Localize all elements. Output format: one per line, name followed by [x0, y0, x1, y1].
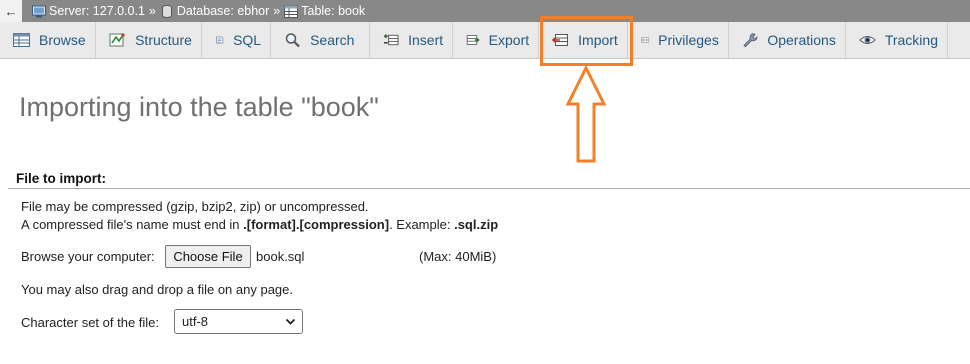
sql-icon: [216, 36, 224, 44]
tab-privileges-label: Privileges: [658, 32, 719, 48]
import-icon: [552, 34, 569, 46]
browse-computer-label: Browse your computer:: [21, 249, 155, 264]
structure-icon: [109, 33, 125, 47]
table-icon: [284, 4, 299, 18]
back-arrow-icon[interactable]: ←: [0, 0, 22, 22]
tab-import[interactable]: Import: [539, 22, 628, 58]
filename-note-mid: . Example:: [389, 217, 455, 232]
charset-select[interactable]: utf-8: [174, 309, 303, 334]
tab-sql-label: SQL: [233, 32, 262, 48]
tab-structure[interactable]: Structure: [96, 22, 203, 58]
breadcrumb-database[interactable]: Database: ebhor: [160, 4, 269, 18]
tab-structure-label: Structure: [135, 32, 192, 48]
breadcrumb-separator: »: [148, 4, 156, 18]
charset-select-value: utf-8: [182, 314, 209, 329]
tab-privileges[interactable]: Privileges: [627, 22, 729, 58]
max-upload-size: (Max: 40MiB): [419, 249, 497, 264]
tab-bar: Browse Structure SQL Search Insert Expor…: [0, 22, 970, 59]
breadcrumb-database-label: Database: ebhor: [176, 4, 270, 18]
breadcrumb-table[interactable]: Table: book: [284, 4, 365, 18]
filename-note: A compressed file's name must end in .[f…: [21, 217, 498, 232]
tab-insert-label: Insert: [408, 32, 444, 48]
tab-search-label: Search: [310, 32, 355, 48]
export-icon: [466, 35, 480, 45]
tab-tracking-label: Tracking: [884, 32, 938, 48]
file-to-import-legend: File to import:: [16, 171, 106, 186]
choose-file-button[interactable]: Choose File: [165, 245, 251, 268]
tab-operations[interactable]: Operations: [728, 22, 846, 58]
tab-bar-filler: [948, 22, 970, 58]
charset-label: Character set of the file:: [21, 315, 160, 330]
browse-icon: [13, 33, 30, 47]
tab-operations-label: Operations: [767, 32, 836, 48]
drag-drop-note: You may also drag and drop a file on any…: [21, 282, 293, 297]
breadcrumb-separator: »: [273, 4, 281, 18]
breadcrumb: ← Server: 127.0.0.1 » Database: ebhor » …: [0, 0, 970, 22]
tab-import-label: Import: [578, 32, 618, 48]
breadcrumb-table-label: Table: book: [301, 4, 366, 18]
breadcrumb-server-label: Server: 127.0.0.1: [49, 4, 145, 18]
tab-search[interactable]: Search: [271, 22, 371, 58]
tab-export-label: Export: [488, 32, 530, 48]
search-icon: [285, 33, 300, 48]
section-divider: [8, 188, 970, 189]
chevron-down-icon: [285, 318, 296, 325]
server-icon: [32, 5, 46, 17]
tab-browse-label: Browse: [39, 32, 86, 48]
tab-export[interactable]: Export: [453, 22, 540, 58]
tab-insert[interactable]: Insert: [370, 22, 454, 58]
wrench-icon: [743, 33, 758, 48]
privileges-icon: [641, 37, 649, 43]
page-title: Importing into the table "book": [19, 92, 379, 122]
database-icon: [161, 4, 172, 18]
up-arrow-icon: [566, 66, 606, 163]
selected-file-name: book.sql: [256, 249, 305, 264]
filename-note-example: .sql.zip: [454, 217, 499, 232]
tab-tracking[interactable]: Tracking: [845, 22, 948, 58]
insert-icon: [384, 34, 399, 46]
eye-icon: [859, 36, 876, 44]
filename-note-format: .[format].[compression]: [243, 217, 390, 232]
filename-note-prefix: A compressed file's name must end in: [21, 217, 244, 232]
tab-sql[interactable]: SQL: [202, 22, 272, 58]
tab-browse[interactable]: Browse: [0, 22, 97, 58]
compression-note: File may be compressed (gzip, bzip2, zip…: [21, 199, 369, 214]
breadcrumb-server[interactable]: Server: 127.0.0.1: [32, 4, 145, 18]
